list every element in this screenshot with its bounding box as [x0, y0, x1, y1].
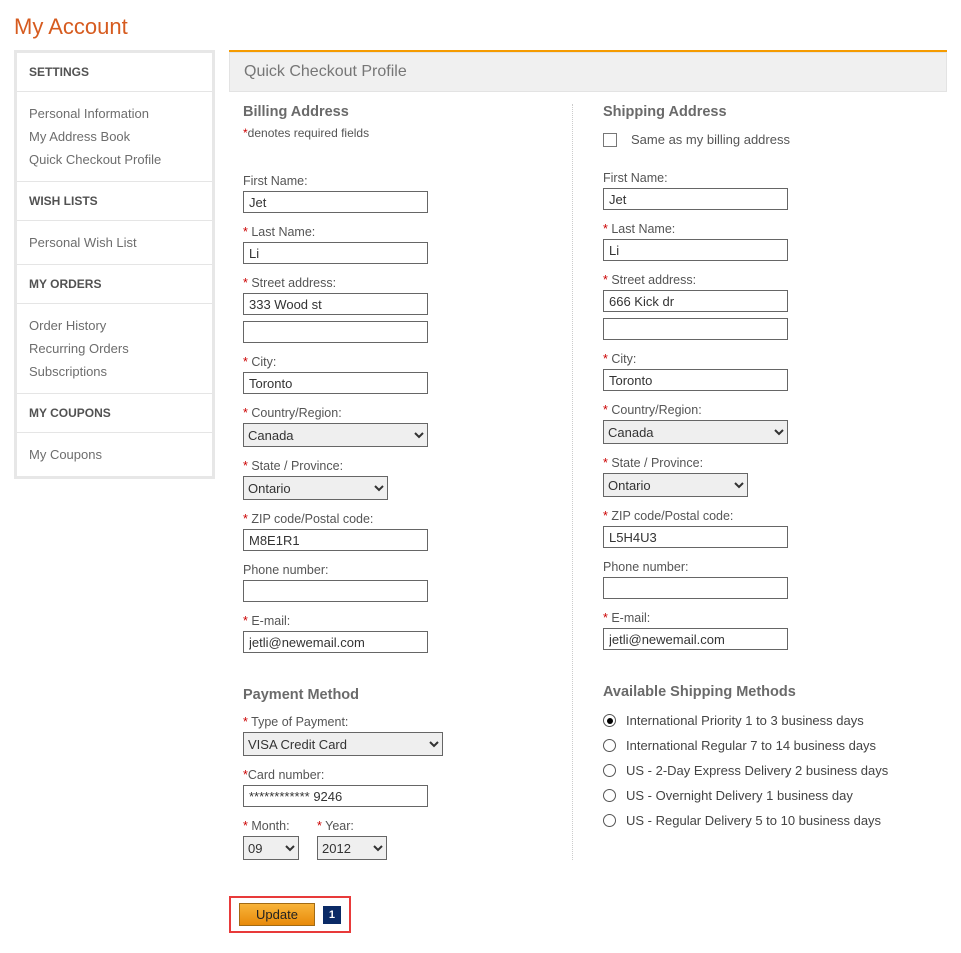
billing-city-input[interactable]: [243, 372, 428, 394]
payment-card-label: *Card number:: [243, 768, 572, 782]
shipping-last-input[interactable]: [603, 239, 788, 261]
billing-first-input[interactable]: [243, 191, 428, 213]
sidebar: SETTINGS Personal Information My Address…: [14, 50, 215, 479]
shipmethod-radio-1[interactable]: [603, 739, 616, 752]
shipping-zip-label: * ZIP code/Postal code:: [603, 509, 933, 523]
billing-street-label: * Street address:: [243, 276, 572, 290]
billing-heading: Billing Address: [243, 104, 572, 120]
shipping-heading: Shipping Address: [603, 104, 933, 120]
shipping-street-label: * Street address:: [603, 273, 933, 287]
payment-type-select[interactable]: VISA Credit Card: [243, 732, 443, 756]
shipping-last-label: * Last Name:: [603, 222, 933, 236]
billing-city-label: * City:: [243, 355, 572, 369]
billing-zip-input[interactable]: [243, 529, 428, 551]
billing-column: Billing Address *denotes required fields…: [243, 104, 573, 860]
sidebar-item-subscriptions[interactable]: Subscriptions: [29, 360, 200, 383]
shipping-email-input[interactable]: [603, 628, 788, 650]
payment-type-label: * Type of Payment:: [243, 715, 572, 729]
payment-heading: Payment Method: [243, 687, 572, 703]
billing-first-label: First Name:: [243, 174, 572, 188]
shipmethod-radio-3[interactable]: [603, 789, 616, 802]
billing-zip-label: * ZIP code/Postal code:: [243, 512, 572, 526]
required-note: *denotes required fields: [243, 126, 572, 140]
billing-last-input[interactable]: [243, 242, 428, 264]
shipmethod-label-0: International Priority 1 to 3 business d…: [626, 713, 864, 728]
billing-country-label: * Country/Region:: [243, 406, 572, 420]
billing-state-label: * State / Province:: [243, 459, 572, 473]
billing-email-label: * E-mail:: [243, 614, 572, 628]
shipping-phone-label: Phone number:: [603, 560, 933, 574]
payment-year-select[interactable]: 2012: [317, 836, 387, 860]
shipmethods-heading: Available Shipping Methods: [603, 684, 933, 700]
shipping-column: Shipping Address Same as my billing addr…: [603, 104, 933, 860]
payment-month-select[interactable]: 09: [243, 836, 299, 860]
panel-header: Quick Checkout Profile: [229, 52, 947, 92]
billing-country-select[interactable]: Canada: [243, 423, 428, 447]
shipmethod-label-1: International Regular 7 to 14 business d…: [626, 738, 876, 753]
sidebar-item-address-book[interactable]: My Address Book: [29, 125, 200, 148]
billing-street2-input[interactable]: [243, 321, 428, 343]
sidebar-item-wishlist[interactable]: Personal Wish List: [29, 231, 200, 254]
same-as-billing-label: Same as my billing address: [631, 132, 790, 147]
same-as-billing-checkbox[interactable]: [603, 133, 617, 147]
shipping-zip-input[interactable]: [603, 526, 788, 548]
sidebar-item-personal-info[interactable]: Personal Information: [29, 102, 200, 125]
billing-last-label: * Last Name:: [243, 225, 572, 239]
sidebar-item-coupons[interactable]: My Coupons: [29, 443, 200, 466]
shipmethod-label-2: US - 2-Day Express Delivery 2 business d…: [626, 763, 888, 778]
billing-phone-label: Phone number:: [243, 563, 572, 577]
shipping-state-label: * State / Province:: [603, 456, 933, 470]
shipping-email-label: * E-mail:: [603, 611, 933, 625]
sidebar-header-coupons: MY COUPONS: [17, 394, 212, 433]
shipmethod-label-3: US - Overnight Delivery 1 business day: [626, 788, 853, 803]
shipping-city-input[interactable]: [603, 369, 788, 391]
page-title: My Account: [14, 14, 947, 40]
payment-month-label: * Month:: [243, 819, 299, 833]
shipping-phone-input[interactable]: [603, 577, 788, 599]
sidebar-item-recurring[interactable]: Recurring Orders: [29, 337, 200, 360]
shipping-first-input[interactable]: [603, 188, 788, 210]
sidebar-header-orders: MY ORDERS: [17, 265, 212, 304]
shipping-first-label: First Name:: [603, 171, 933, 185]
shipping-state-select[interactable]: Ontario: [603, 473, 748, 497]
billing-state-select[interactable]: Ontario: [243, 476, 388, 500]
main-panel: Quick Checkout Profile Billing Address *…: [229, 50, 947, 933]
shipping-city-label: * City:: [603, 352, 933, 366]
payment-year-label: * Year:: [317, 819, 387, 833]
shipmethod-radio-2[interactable]: [603, 764, 616, 777]
payment-card-input[interactable]: [243, 785, 428, 807]
shipping-street1-input[interactable]: [603, 290, 788, 312]
billing-phone-input[interactable]: [243, 580, 428, 602]
sidebar-header-wishlists: WISH LISTS: [17, 182, 212, 221]
shipping-street2-input[interactable]: [603, 318, 788, 340]
update-button[interactable]: Update: [239, 903, 315, 926]
sidebar-item-quick-checkout[interactable]: Quick Checkout Profile: [29, 148, 200, 171]
shipmethod-radio-0[interactable]: [603, 714, 616, 727]
step-badge: 1: [323, 906, 341, 924]
billing-email-input[interactable]: [243, 631, 428, 653]
shipmethod-label-4: US - Regular Delivery 5 to 10 business d…: [626, 813, 881, 828]
shipmethod-radio-4[interactable]: [603, 814, 616, 827]
shipping-country-label: * Country/Region:: [603, 403, 933, 417]
sidebar-item-order-history[interactable]: Order History: [29, 314, 200, 337]
sidebar-header-settings: SETTINGS: [17, 53, 212, 92]
update-highlight: Update 1: [229, 896, 351, 933]
billing-street1-input[interactable]: [243, 293, 428, 315]
shipping-country-select[interactable]: Canada: [603, 420, 788, 444]
